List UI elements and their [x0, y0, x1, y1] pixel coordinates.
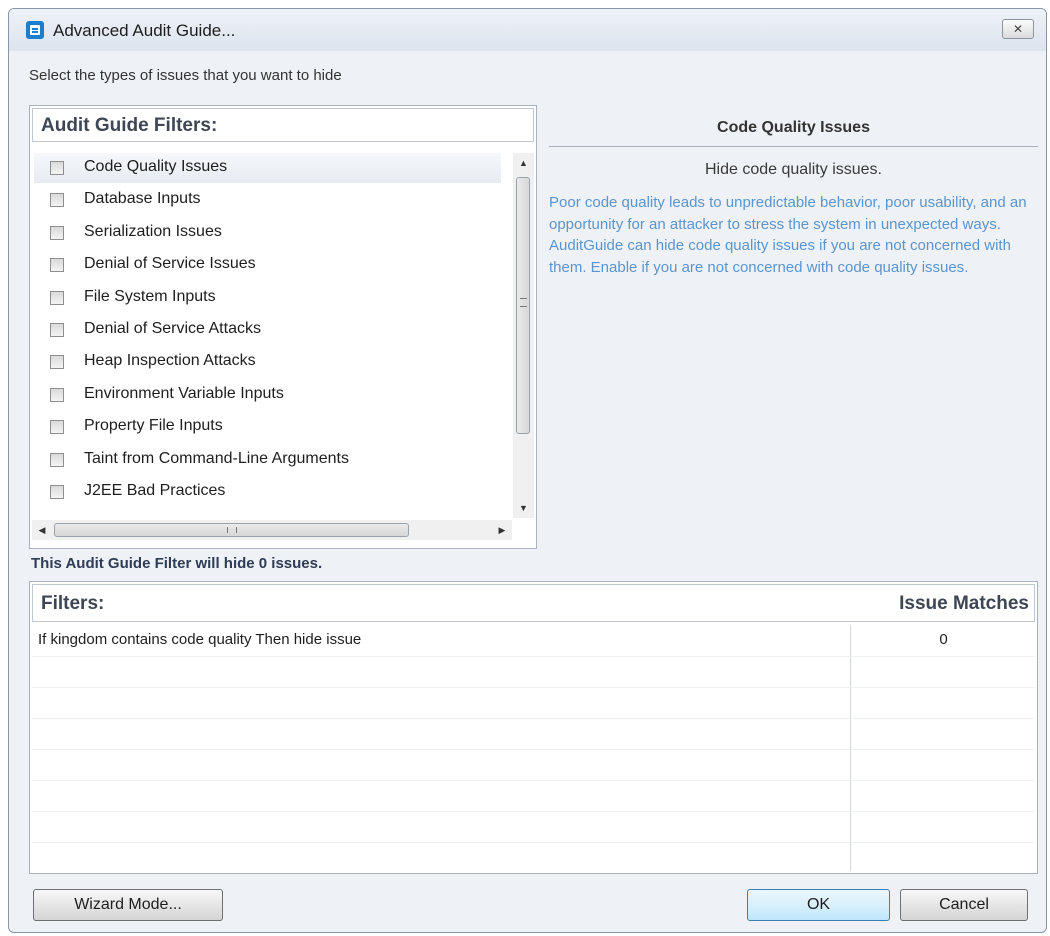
table-row[interactable] — [32, 749, 1035, 781]
filter-checkbox[interactable] — [50, 452, 64, 467]
horizontal-scroll-thumb[interactable] — [54, 523, 409, 537]
filter-checkbox[interactable] — [50, 387, 64, 402]
description-body: Poor code quality leads to unpredictable… — [549, 194, 1027, 276]
app-window-icon — [26, 21, 44, 39]
scroll-up-arrow-icon[interactable]: ▲ — [513, 153, 534, 173]
table-row[interactable] — [32, 656, 1035, 688]
filter-checkbox[interactable] — [50, 355, 64, 370]
advanced-audit-guide-dialog: Advanced Audit Guide... ✕ Select the typ… — [8, 8, 1047, 933]
filter-checkbox[interactable] — [50, 323, 64, 337]
filter-item-label: Denial of Service Issues — [84, 255, 256, 273]
issue-matches-cell: 0 — [939, 631, 948, 648]
scroll-grip-icon — [227, 527, 237, 533]
filter-item-label: File System Inputs — [84, 287, 216, 305]
description-title: Code Quality Issues — [717, 119, 870, 136]
filter-list-item[interactable]: Environment Variable Inputs — [34, 380, 501, 410]
filter-list-item[interactable]: J2EE Bad Practices — [34, 477, 501, 507]
filter-item-label: Property File Inputs — [84, 417, 223, 435]
vertical-scroll-thumb[interactable] — [516, 177, 530, 434]
table-row[interactable]: If kingdom contains code quality Then hi… — [32, 625, 1035, 657]
vertical-scrollbar[interactable]: ▲ ▼ — [513, 153, 534, 518]
filter-list-item[interactable]: Database Inputs — [34, 185, 501, 215]
filter-item-label: Code Quality Issues — [84, 158, 228, 175]
filter-item-label: J2EE Bad Practices — [84, 482, 226, 499]
filter-list-item[interactable]: Denial of Service Issues — [34, 250, 501, 280]
table-row[interactable] — [32, 718, 1035, 750]
filter-checkbox-list[interactable]: Code Quality Issues Database Inputs Serial… — [34, 153, 501, 518]
close-button[interactable]: ✕ — [1002, 19, 1034, 39]
cancel-button[interactable]: Cancel — [900, 889, 1028, 921]
scroll-right-arrow-icon[interactable]: ▶ — [492, 520, 512, 540]
scroll-left-arrow-icon[interactable]: ◀ — [32, 520, 52, 540]
audit-guide-filters-panel: Audit Guide Filters: Code Quality Issues… — [29, 105, 537, 549]
instruction-text: Select the types of issues that you want… — [29, 67, 342, 84]
filter-list-item[interactable]: Denial of Service Attacks — [34, 315, 501, 345]
column-header-issue-matches[interactable]: Issue Matches — [899, 593, 1029, 615]
filter-results-table: Filters: Issue Matches If kingdom contai… — [29, 581, 1038, 874]
filter-checkbox[interactable] — [50, 420, 64, 435]
filter-list-item[interactable]: Code Quality Issues — [34, 153, 501, 183]
scroll-grip-icon — [520, 298, 527, 307]
description-subtitle: Hide code quality issues. — [705, 161, 882, 178]
filter-list-item[interactable]: Taint from Command-Line Arguments — [34, 445, 501, 475]
wizard-mode-button[interactable]: Wizard Mode... — [33, 889, 223, 921]
table-row[interactable] — [32, 780, 1035, 812]
results-table-body: If kingdom contains code quality Then hi… — [32, 625, 1035, 871]
filter-item-label: Heap Inspection Attacks — [84, 352, 256, 370]
filters-panel-title: Audit Guide Filters: — [41, 115, 218, 136]
filter-checkbox[interactable] — [50, 193, 64, 208]
filter-list-item[interactable]: File System Inputs — [34, 283, 501, 313]
scroll-down-arrow-icon[interactable]: ▼ — [513, 498, 534, 518]
filter-item-label: Database Inputs — [84, 190, 201, 208]
filter-item-label: Taint from Command-Line Arguments — [84, 449, 349, 467]
filter-checkbox[interactable] — [50, 290, 64, 305]
filter-rule-cell: If kingdom contains code quality Then hi… — [38, 631, 362, 648]
filter-list-item[interactable]: Property File Inputs — [34, 412, 501, 442]
hide-count-text: This Audit Guide Filter will hide 0 issu… — [31, 555, 323, 572]
filter-item-label: Serialization Issues — [84, 222, 222, 240]
filter-item-label: Denial of Service Attacks — [84, 320, 261, 337]
table-row[interactable] — [32, 842, 1035, 873]
filter-checkbox[interactable] — [50, 225, 64, 240]
description-divider — [549, 146, 1038, 147]
results-table-header: Filters: Issue Matches — [32, 584, 1035, 622]
filter-list-item[interactable]: Heap Inspection Attacks — [34, 347, 501, 377]
filter-checkbox[interactable] — [50, 258, 64, 273]
column-header-filters[interactable]: Filters: — [41, 593, 104, 615]
title-bar[interactable]: Advanced Audit Guide... ✕ — [9, 9, 1046, 51]
filter-item-label: Environment Variable Inputs — [84, 384, 284, 402]
table-row[interactable] — [32, 811, 1035, 843]
filters-panel-header: Audit Guide Filters: — [32, 108, 534, 142]
horizontal-scrollbar[interactable]: ◀ ▶ — [32, 520, 512, 540]
filter-checkbox[interactable] — [50, 485, 64, 499]
filter-checkbox[interactable] — [50, 161, 64, 175]
ok-button[interactable]: OK — [747, 889, 890, 921]
window-title: Advanced Audit Guide... — [53, 21, 236, 40]
table-row[interactable] — [32, 687, 1035, 719]
filter-list-item[interactable]: Serialization Issues — [34, 218, 501, 248]
